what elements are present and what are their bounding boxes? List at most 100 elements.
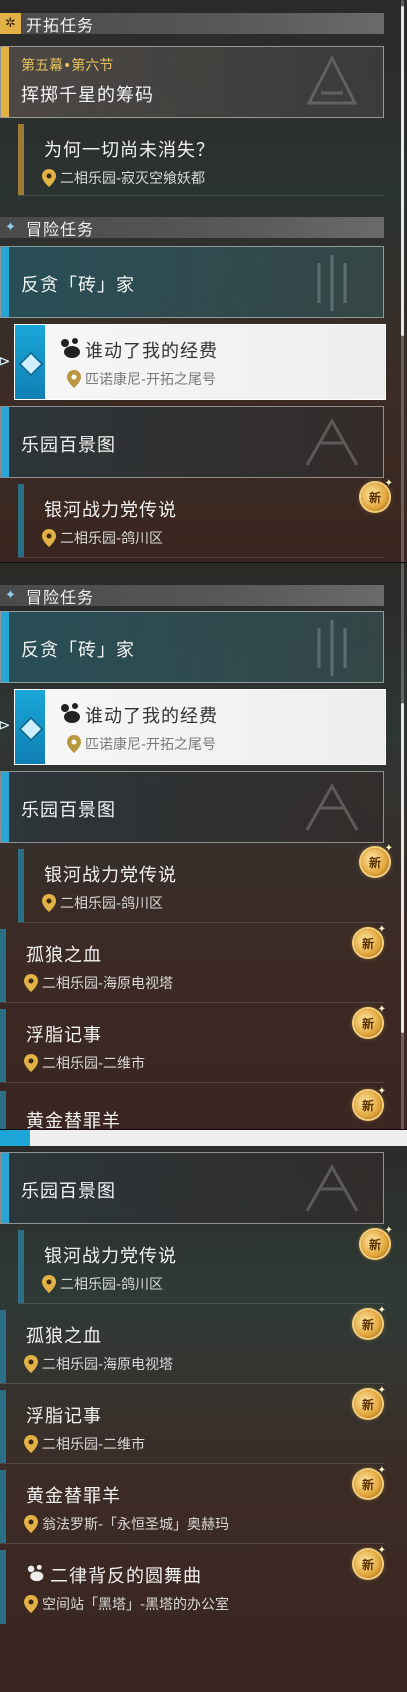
sub-quest-location: 二相乐园-寂灭空飨妖都 bbox=[42, 168, 205, 188]
quest-card-selected-q2[interactable]: 谁动了我的经费 匹诺康尼-开拓之尾号 bbox=[14, 689, 386, 765]
location-text: 匹诺康尼-开拓之尾号 bbox=[85, 737, 217, 753]
new-badge-label: 新 bbox=[361, 1098, 374, 1113]
new-badge-label: 新 bbox=[361, 1317, 374, 1332]
emblem-icon bbox=[317, 255, 347, 311]
section-label: 冒险任务 bbox=[26, 587, 95, 607]
new-badge-icon: 新 ✦ bbox=[354, 1385, 386, 1418]
quest-panel-2: ✦ 冒险任务 反贪「砖」家 ⊳ 谁动了我的经费 匹诺康尼-开拓之尾号 乐园百景图… bbox=[0, 563, 407, 1130]
location-text: 翁法罗斯-「永恒圣城」奥赫玛 bbox=[42, 1517, 230, 1533]
location-pin-icon bbox=[24, 974, 38, 992]
sub-bar bbox=[18, 124, 24, 195]
new-badge-icon: 新 ✦ bbox=[361, 478, 393, 511]
location-text: 二相乐园-鸽川区 bbox=[60, 1277, 164, 1293]
quest-location: 匹诺康尼-开拓之尾号 bbox=[67, 734, 216, 754]
location-text: 二相乐园-海原电视塔 bbox=[42, 976, 174, 992]
new-badge-label: 新 bbox=[361, 1016, 374, 1031]
section-header-adventure: ✦ 冒险任务 bbox=[0, 585, 384, 607]
quest-title: 谁动了我的经费 bbox=[85, 706, 218, 727]
location-text: 匹诺康尼-开拓之尾号 bbox=[85, 372, 217, 388]
quest-location: 空间站「黑塔」-黑塔的办公室 bbox=[24, 1594, 229, 1614]
adventure-icon: ✦ bbox=[5, 220, 16, 235]
quest-card-q1[interactable]: 反贪「砖」家 bbox=[0, 246, 384, 318]
sub-bar bbox=[18, 849, 24, 922]
section-header-adventure: ✦ 冒险任务 bbox=[0, 217, 384, 239]
quest-sub-card[interactable]: 为何一切尚未消失？ 二相乐园-寂灭空飨妖都 bbox=[18, 124, 384, 196]
new-badge-icon: 新 ✦ bbox=[354, 1305, 386, 1338]
location-text: 二相乐园-鸽川区 bbox=[60, 531, 164, 547]
sub-bar bbox=[18, 1230, 24, 1303]
quest-location: 翁法罗斯-「永恒圣城」奥赫玛 bbox=[24, 1514, 229, 1534]
sub-quest-title: 为何一切尚未消失？ bbox=[44, 140, 215, 161]
quest-card-q7-partial[interactable]: 黄金替罪羊 bbox=[0, 1091, 384, 1130]
quest-title: 浮脂记事 bbox=[26, 1025, 102, 1046]
new-badge-icon: 新 ✦ bbox=[354, 1004, 386, 1037]
sub-bar bbox=[0, 1390, 6, 1463]
quest-sub-card-q4[interactable]: 银河战力党传说 二相乐园-鸽川区 bbox=[18, 1230, 384, 1304]
sub-bar bbox=[0, 1550, 6, 1624]
section-header-trailblaze: ✲ 开拓任务 bbox=[0, 13, 384, 35]
selected-card-edge bbox=[0, 1130, 407, 1146]
sub-bar bbox=[0, 1009, 6, 1082]
quest-card-q7[interactable]: 黄金替罪羊 翁法罗斯-「永恒圣城」奥赫玛 bbox=[0, 1470, 384, 1544]
location-pin-icon bbox=[42, 894, 56, 912]
quest-card-q8[interactable]: 二律背反的圆舞曲 空间站「黑塔」-黑塔的办公室 bbox=[0, 1550, 384, 1624]
quest-title: 乐园百景图 bbox=[21, 1181, 116, 1202]
quest-title: 乐园百景图 bbox=[21, 435, 116, 456]
quest-location: 二相乐园-二维市 bbox=[24, 1434, 145, 1454]
quest-title: 银河战力党传说 bbox=[44, 865, 177, 886]
sub-bar bbox=[0, 1470, 6, 1543]
quest-card-selected-q2[interactable]: 谁动了我的经费 匹诺康尼-开拓之尾号 bbox=[14, 324, 386, 400]
scrollbar-thumb[interactable] bbox=[401, 703, 404, 1033]
location-pin-icon bbox=[24, 1595, 38, 1613]
quest-sub-card-q4[interactable]: 银河战力党传说 二相乐园-鸽川区 bbox=[18, 849, 384, 923]
quest-location: 二相乐园-鸽川区 bbox=[42, 893, 163, 913]
paw-icon bbox=[27, 1564, 44, 1582]
location-pin-icon bbox=[42, 1275, 56, 1293]
quest-card-q6[interactable]: 浮脂记事 二相乐园-二维市 bbox=[0, 1390, 384, 1464]
quest-card-q5[interactable]: 孤狼之血 二相乐园-海原电视塔 bbox=[0, 929, 384, 1003]
accent-bar bbox=[1, 772, 9, 842]
quest-title: 乐园百景图 bbox=[21, 800, 116, 821]
new-badge-label: 新 bbox=[368, 855, 381, 870]
paw-icon bbox=[61, 703, 80, 723]
quest-title: 黄金替罪羊 bbox=[26, 1111, 121, 1130]
emblem-icon bbox=[306, 54, 358, 105]
quest-title: 银河战力党传说 bbox=[44, 500, 177, 521]
quest-panel-1: ✲ 开拓任务 第五幕•第六节 挥掷千星的筹码 为何一切尚未消失？ 二相乐园-寂灭… bbox=[0, 0, 407, 563]
location-text: 二相乐园-鸽川区 bbox=[60, 896, 164, 912]
accent-bar bbox=[1, 47, 9, 117]
quest-location: 二相乐园-二维市 bbox=[24, 1053, 145, 1073]
quest-card-q3[interactable]: 乐园百景图 bbox=[0, 1152, 384, 1224]
quest-title: 二律背反的圆舞曲 bbox=[50, 1566, 202, 1587]
emblem-icon bbox=[305, 1163, 359, 1212]
new-badge-label: 新 bbox=[361, 936, 374, 951]
location-pin-icon bbox=[42, 529, 56, 547]
new-badge-label: 新 bbox=[361, 1557, 374, 1572]
quest-title: 挥掷千星的筹码 bbox=[21, 85, 154, 106]
accent-bar bbox=[1, 1153, 9, 1223]
scrollbar-thumb[interactable] bbox=[401, 6, 404, 336]
location-pin-icon bbox=[67, 735, 81, 753]
quest-card-q6[interactable]: 浮脂记事 二相乐园-二维市 bbox=[0, 1009, 384, 1083]
quest-card-q3[interactable]: 乐园百景图 bbox=[0, 771, 384, 843]
quest-card-q5[interactable]: 孤狼之血 二相乐园-海原电视塔 bbox=[0, 1310, 384, 1384]
location-text: 二相乐园-海原电视塔 bbox=[42, 1357, 174, 1373]
paw-icon bbox=[61, 338, 80, 358]
quest-title: 黄金替罪羊 bbox=[26, 1486, 121, 1507]
location-pin-icon bbox=[67, 370, 81, 388]
quest-title: 反贪「砖」家 bbox=[21, 640, 135, 661]
location-pin-icon bbox=[24, 1355, 38, 1373]
quest-sub-card-q4[interactable]: 银河战力党传说 二相乐园-鸽川区 bbox=[18, 484, 384, 558]
adventure-icon: ✦ bbox=[5, 588, 16, 603]
quest-card-q3[interactable]: 乐园百景图 bbox=[0, 406, 384, 478]
sub-bar bbox=[18, 484, 24, 557]
quest-card-trailblaze[interactable]: 第五幕•第六节 挥掷千星的筹码 bbox=[0, 46, 384, 118]
quest-title: 浮脂记事 bbox=[26, 1406, 102, 1427]
quest-card-q1[interactable]: 反贪「砖」家 bbox=[0, 611, 384, 683]
emblem-icon bbox=[305, 417, 359, 466]
new-badge-icon: 新 ✦ bbox=[361, 843, 393, 876]
location-text: 二相乐园-寂灭空飨妖都 bbox=[60, 171, 206, 187]
location-pin-icon bbox=[24, 1515, 38, 1533]
quest-title: 孤狼之血 bbox=[26, 945, 102, 966]
quest-location: 二相乐园-鸽川区 bbox=[42, 1274, 163, 1294]
